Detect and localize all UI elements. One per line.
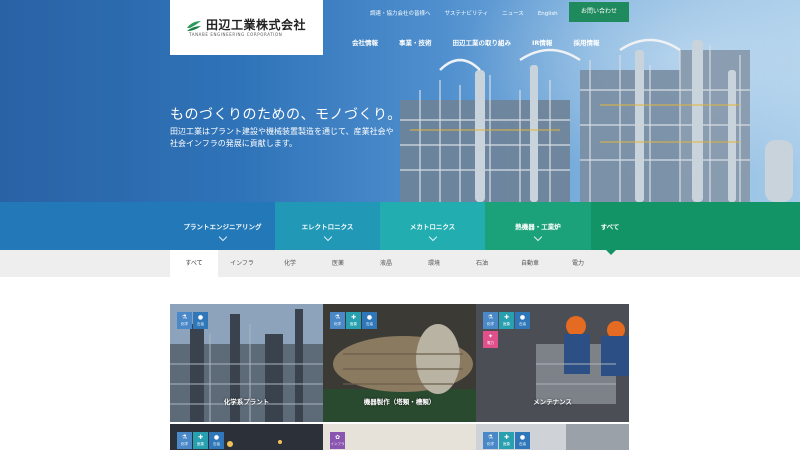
card-badges: ✿ インフラ <box>330 432 345 449</box>
filter-tab-automotive[interactable]: 自動車 <box>506 250 554 277</box>
flask-icon: ⚗ 化学 <box>177 312 192 329</box>
oil-drop-icon: ● 石油 <box>209 432 224 449</box>
oil-drop-icon: ● 石油 <box>515 312 530 329</box>
card-badges: ⚗ 化学 ✚ 医薬 ● 石油 <box>483 432 530 449</box>
category-electronics[interactable]: エレクトロニクス <box>275 202 380 250</box>
oil-drop-icon: ● 石油 <box>193 312 208 329</box>
badge-label: 電力 <box>487 341 494 345</box>
medicine-icon: ✚ 医薬 <box>499 432 514 449</box>
badge-label: 化学 <box>487 442 494 446</box>
utility-link-english[interactable]: English <box>538 8 558 20</box>
category-label: エレクトロニクス <box>301 223 354 231</box>
leaf-logo-icon <box>187 21 201 31</box>
badge-label: 化学 <box>181 322 188 326</box>
category-label: すべて <box>600 223 620 231</box>
badge-label: 化学 <box>487 322 494 326</box>
badge-label: インフラ <box>330 442 345 446</box>
oil-drop-icon: ● 石油 <box>362 312 377 329</box>
card-maintenance[interactable]: ⚗ 化学 ✚ 医薬 ● 石油 ✦ 電力 メンテナンス <box>476 304 629 422</box>
badge-label: 化学 <box>181 442 188 446</box>
nav-initiatives[interactable]: 田辺工業の取り組み <box>453 37 512 47</box>
nav-business[interactable]: 事業・技術 <box>399 37 432 47</box>
logo[interactable]: 田辺工業株式会社 TANABE ENGINEERING CORPORATION <box>170 0 323 55</box>
badge-label: 石油 <box>213 442 220 446</box>
chevron-down-icon <box>428 232 437 242</box>
main-nav: 会社情報 事業・技術 田辺工業の取り組み IR情報 採用情報 <box>352 37 620 47</box>
category-mechatronics[interactable]: メカトロニクス <box>380 202 485 250</box>
card-title: 機器製作（塔類・槽類） <box>363 398 436 406</box>
nav-recruit[interactable]: 採用情報 <box>573 37 599 47</box>
card-badges: ⚗ 化学 ✚ 医薬 ● 石油 <box>330 312 377 329</box>
badge-label: 石油 <box>197 322 204 326</box>
category-bar: プラントエンジニアリング エレクトロニクス メカトロニクス 熱機器・工業炉 すべ… <box>0 202 800 250</box>
flask-icon: ⚗ 化学 <box>483 312 498 329</box>
utility-link-procurement[interactable]: 調達・協力会社の皆様へ <box>370 8 431 20</box>
category-thermal-furnace[interactable]: 熱機器・工業炉 <box>485 202 591 250</box>
badge-label: 医薬 <box>503 442 510 446</box>
flask-icon: ⚗ 化学 <box>177 432 192 449</box>
badge-label: 石油 <box>519 322 526 326</box>
category-plant-engineering[interactable]: プラントエンジニアリング <box>170 202 275 250</box>
card-item[interactable]: ⚗ 化学 ✚ 医薬 ● 石油 <box>170 424 323 450</box>
company-name: 田辺工業株式会社 <box>206 18 307 32</box>
filter-tab-lcd[interactable]: 液晶 <box>362 250 410 277</box>
filter-tab-chemical[interactable]: 化学 <box>266 250 314 277</box>
hero-lead: 田辺工業はプラント建設や機械装置製造を通じて、産業社会や社会インフラの発展に貢献… <box>170 127 394 148</box>
badge-label: 医薬 <box>503 322 510 326</box>
category-bar-fill-right <box>629 202 800 250</box>
filter-tab-pharma[interactable]: 医薬 <box>314 250 362 277</box>
active-category-pointer <box>606 250 616 255</box>
badge-label: 医薬 <box>350 322 357 326</box>
category-label: 熱機器・工業炉 <box>515 223 561 231</box>
card-item[interactable]: ⚗ 化学 ✚ 医薬 ● 石油 <box>476 424 629 450</box>
card-title: メンテナンス <box>533 398 572 406</box>
utility-link-sustainability[interactable]: サステナビリティ <box>445 8 489 20</box>
card-item[interactable]: ✿ インフラ <box>323 424 476 450</box>
chevron-down-icon <box>218 232 227 242</box>
card-title: 化学系プラント <box>223 398 270 406</box>
flask-icon: ⚗ 化学 <box>483 432 498 449</box>
hero-section: 田辺工業株式会社 TANABE ENGINEERING CORPORATION … <box>0 0 800 202</box>
category-label: プラントエンジニアリング <box>183 223 262 231</box>
card-badges: ⚗ 化学 ✚ 医薬 ● 石油 <box>483 312 530 329</box>
card-badges: ⚗ 化学 ✚ 医薬 ● 石油 <box>177 432 224 449</box>
card-chemical-plant[interactable]: ⚗ 化学 ● 石油 化学系プラント <box>170 304 323 422</box>
card-photo <box>323 424 476 450</box>
oil-drop-icon: ● 石油 <box>515 432 530 449</box>
badge-label: 石油 <box>366 322 373 326</box>
nav-ir[interactable]: IR情報 <box>532 37 552 47</box>
filter-tab-environment[interactable]: 環境 <box>410 250 458 277</box>
category-bar-fill-left <box>0 202 170 250</box>
company-name-en: TANABE ENGINEERING CORPORATION <box>189 32 283 37</box>
power-icon: ✦ 電力 <box>483 331 498 348</box>
card-badges: ⚗ 化学 ● 石油 <box>177 312 208 329</box>
medicine-icon: ✚ 医薬 <box>499 312 514 329</box>
nav-company[interactable]: 会社情報 <box>352 37 378 47</box>
card-equipment-fabrication[interactable]: ⚗ 化学 ✚ 医薬 ● 石油 機器製作（塔類・槽類） <box>323 304 476 422</box>
medicine-icon: ✚ 医薬 <box>346 312 361 329</box>
filter-tab-infra[interactable]: インフラ <box>218 250 266 277</box>
filter-tab-oil[interactable]: 石油 <box>458 250 506 277</box>
filter-tab-all[interactable]: すべて <box>170 250 218 277</box>
flask-icon: ⚗ 化学 <box>330 312 345 329</box>
badge-label: 石油 <box>519 442 526 446</box>
category-label: メカトロニクス <box>409 223 456 231</box>
hero-tagline: ものづくりのための、モノづくり。 <box>170 107 402 123</box>
medicine-icon: ✚ 医薬 <box>193 432 208 449</box>
badge-label: 化学 <box>334 322 341 326</box>
badge-label: 医薬 <box>197 442 204 446</box>
gear-icon: ✿ インフラ <box>330 432 345 449</box>
chevron-down-icon <box>533 232 543 242</box>
category-all[interactable]: すべて <box>591 202 629 250</box>
card-badges-row2: ✦ 電力 <box>483 331 498 348</box>
plant-image <box>400 38 793 202</box>
contact-button[interactable]: お問い合わせ <box>569 2 629 22</box>
filter-tab-power[interactable]: 電力 <box>554 250 602 277</box>
utility-nav: 調達・協力会社の皆様へ サステナビリティ ニュース English <box>370 8 572 20</box>
filter-tabs: すべて インフラ 化学 医薬 液晶 環境 石油 自動車 電力 <box>0 250 800 277</box>
utility-link-news[interactable]: ニュース <box>502 8 524 20</box>
chevron-down-icon <box>323 232 332 242</box>
